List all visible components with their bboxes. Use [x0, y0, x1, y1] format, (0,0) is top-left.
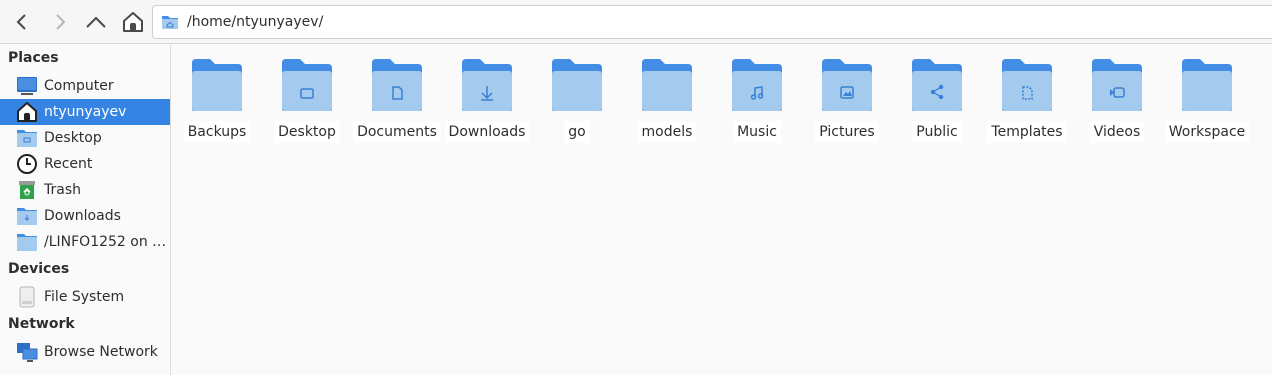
folder-label: Desktop	[274, 121, 340, 143]
drive-icon	[16, 286, 38, 308]
folder-icon	[912, 59, 962, 111]
folder-item[interactable]: Backups	[172, 57, 262, 157]
chevron-up-icon	[86, 16, 106, 28]
network-folder-icon	[16, 231, 38, 253]
folder-label: Templates	[987, 121, 1067, 143]
home-button[interactable]	[117, 6, 149, 38]
folder-icon	[1002, 59, 1052, 111]
folder-icon	[1182, 59, 1232, 111]
folder-icon	[282, 59, 332, 111]
folder-item[interactable]: Desktop	[262, 57, 352, 157]
sidebar-item-network-share[interactable]: /LINFO1252 on i…	[0, 229, 170, 255]
folder-item[interactable]: models	[622, 57, 712, 157]
folder-icon	[372, 59, 422, 111]
folder-icon	[1092, 59, 1142, 111]
folder-label: models	[637, 121, 697, 143]
sidebar-item-desktop[interactable]: Desktop	[0, 125, 170, 151]
places-heading: Places	[8, 50, 59, 66]
folder-item[interactable]: Public	[892, 57, 982, 157]
sidebar-item-computer[interactable]: Computer	[0, 73, 170, 99]
folder-label: Pictures	[815, 121, 879, 143]
chevron-left-icon	[16, 14, 26, 30]
home-icon	[123, 12, 143, 32]
desktop-folder-icon	[16, 127, 38, 149]
folder-label: Backups	[183, 121, 251, 143]
sidebar-item-downloads[interactable]: Downloads	[0, 203, 170, 229]
folder-item[interactable]: Music	[712, 57, 802, 157]
folder-label: Videos	[1089, 121, 1145, 143]
folder-label: go	[564, 121, 590, 143]
file-view: Backups Desktop Documents Downloads go models…	[172, 45, 1272, 375]
folder-icon	[732, 59, 782, 111]
folder-icon	[822, 59, 872, 111]
downloads-folder-icon	[16, 205, 38, 227]
folder-label: Downloads	[444, 121, 530, 143]
network-icon	[16, 341, 38, 363]
folder-item[interactable]: Pictures	[802, 57, 892, 157]
sidebar-item-recent[interactable]: Recent	[0, 151, 170, 177]
home-icon	[16, 101, 38, 123]
folder-label: Public	[912, 121, 962, 143]
sidebar-item-file-system[interactable]: File System	[0, 284, 170, 310]
folder-icon	[192, 59, 242, 111]
trash-icon	[16, 179, 38, 201]
back-button[interactable]	[6, 6, 38, 38]
folder-label: Documents	[353, 121, 441, 143]
folder-label: Music	[733, 121, 781, 143]
folder-icon	[642, 59, 692, 111]
location-path: /home/ntyunyayev/	[187, 14, 324, 30]
folder-item[interactable]: Workspace	[1162, 57, 1252, 157]
folder-item[interactable]: Templates	[982, 57, 1072, 157]
folder-item[interactable]: go	[532, 57, 622, 157]
sidebar-item-trash[interactable]: Trash	[0, 177, 170, 203]
sidebar-item-browse-network[interactable]: Browse Network	[0, 339, 170, 365]
folder-icon	[552, 59, 602, 111]
toolbar: /home/ntyunyayev/	[0, 0, 1272, 44]
home-folder-icon	[162, 16, 178, 29]
sidebar-item-home[interactable]: ntyunyayev	[0, 99, 170, 125]
folder-item[interactable]: Downloads	[442, 57, 532, 157]
folder-item[interactable]: Videos	[1072, 57, 1162, 157]
network-heading: Network	[8, 316, 75, 332]
folder-icon	[462, 59, 512, 111]
folder-item[interactable]: Documents	[352, 57, 442, 157]
up-button[interactable]	[80, 6, 112, 38]
clock-icon	[16, 153, 38, 175]
devices-heading: Devices	[8, 261, 70, 277]
computer-icon	[16, 75, 38, 97]
chevron-right-icon	[56, 14, 66, 30]
location-bar[interactable]: /home/ntyunyayev/	[152, 5, 1272, 39]
file-manager-window: /home/ntyunyayev/ Places Computer ntyuny…	[0, 0, 1272, 375]
folder-label: Workspace	[1164, 121, 1250, 143]
sidebar: Places Computer ntyunyayev Desktop Recen…	[0, 45, 171, 375]
forward-button[interactable]	[44, 6, 76, 38]
